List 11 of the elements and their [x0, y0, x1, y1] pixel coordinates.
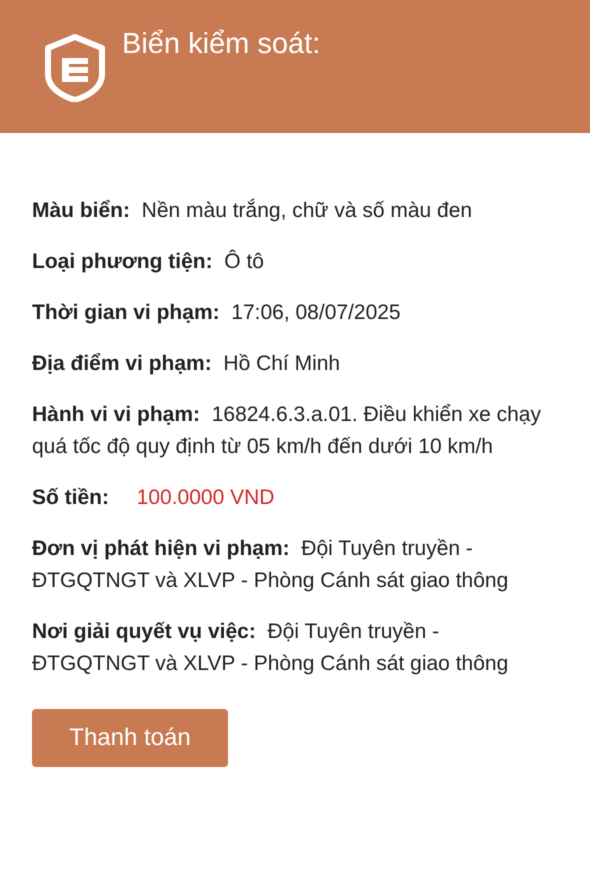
- info-row-text: Thời gian vi phạm: 17:06, 08/07/2025: [32, 300, 402, 326]
- header-title: Biển kiểm soát:: [122, 27, 320, 62]
- info-row-text: Loại phương tiện: Ô tô: [32, 248, 265, 275]
- shield-logo-icon: [44, 34, 106, 102]
- info-row-text: Số tiền: 100.0000 VND: [32, 485, 276, 511]
- info-row-text: Đơn vị phát hiện vi phạm: Đội Tuyên truyền - ĐTGQTNGT và XLVP - Phòng Cánh sát giao thông: [32, 536, 510, 594]
- info-row-text: Nơi giải quyết vụ việc: Đội Tuyên truyền - ĐTGQTNGT và XLVP - Phòng Cánh sát giao thông: [32, 619, 510, 677]
- info-row-text: Màu biển: Nền màu trắng, chữ và số màu đen: [32, 198, 474, 224]
- info-row-text: Hành vi vi phạm: 16824.6.3.a.01. Điều khiển xe chạy quá tốc độ quy định từ 05 km/h đến dưới 10 km/h: [32, 402, 542, 460]
- info-row-text: Địa điểm vi phạm: Hồ Chí Minh: [32, 351, 342, 377]
- pay-button[interactable]: Thanh toán: [32, 709, 228, 767]
